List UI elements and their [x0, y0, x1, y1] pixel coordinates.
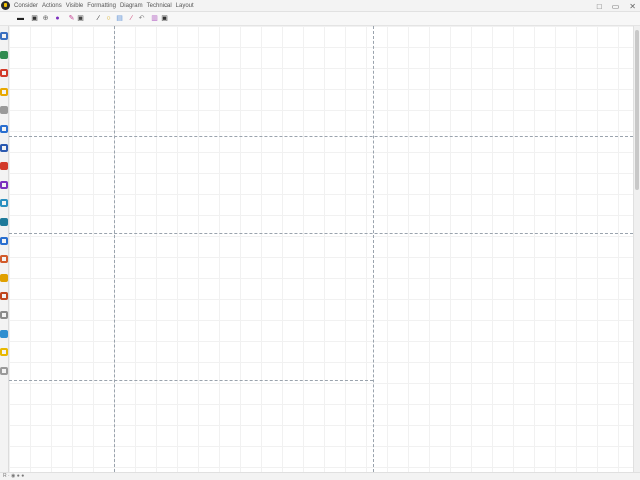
menu-item-actions[interactable]: Actions: [42, 1, 62, 11]
menu-item-formatting[interactable]: Formatting: [87, 1, 116, 11]
page-break-horizontal-guide: [9, 136, 633, 137]
frame-icon[interactable]: ▣: [160, 14, 169, 23]
menu-extra-icon[interactable]: ○: [164, 1, 168, 11]
line-icon[interactable]: ∕: [94, 14, 103, 23]
note-tool-icon[interactable]: [0, 87, 8, 96]
menu-item-diagram[interactable]: Diagram: [120, 1, 143, 11]
pen-icon[interactable]: ✎: [67, 14, 76, 23]
vertical-scrollbar[interactable]: [633, 26, 640, 472]
arrow-tool-icon[interactable]: [0, 32, 8, 40]
toolbar: ▬ ▣ ⊕ ● ✎ ▣ ∕ ○ ▤ ∕ ↶ ▥ ▣: [0, 12, 640, 26]
curve-icon[interactable]: ∕: [127, 14, 136, 23]
folder-tool-icon[interactable]: [0, 255, 8, 264]
window-controls: □ ▭ ✕: [597, 0, 636, 12]
rotate-icon[interactable]: ↶: [137, 14, 146, 23]
more-tool-icon[interactable]: [0, 366, 8, 375]
restore-icon[interactable]: □: [597, 2, 602, 11]
process-tool-icon[interactable]: [0, 199, 8, 208]
status-bar: R · ◉ ● ●: [0, 472, 640, 480]
tool-rail: [0, 26, 9, 472]
note2-tool-icon[interactable]: [0, 273, 8, 282]
app-logo-icon[interactable]: [1, 1, 10, 10]
menu-item-visible[interactable]: Visible: [66, 1, 84, 11]
search-icon[interactable]: ○: [104, 14, 113, 23]
brick-tool-icon[interactable]: [0, 292, 8, 301]
tag-tool-icon[interactable]: [0, 180, 8, 189]
menu-bar: Consider Actions Visible Formatting Diag…: [0, 0, 640, 12]
bulb-tool-icon[interactable]: [0, 348, 8, 357]
link-icon[interactable]: ▥: [150, 14, 159, 23]
format-icon[interactable]: ▣: [76, 14, 85, 23]
chat-tool-icon[interactable]: [0, 218, 8, 226]
page-break-horizontal-guide: [9, 233, 633, 234]
page-break-horizontal-guide: [9, 380, 373, 381]
image-icon[interactable]: ▤: [115, 14, 124, 23]
link-tool-icon[interactable]: [0, 236, 8, 245]
comment-tool-icon[interactable]: [0, 106, 8, 115]
record-tool-icon[interactable]: [0, 69, 8, 78]
shape-icon[interactable]: ●: [53, 14, 62, 23]
close-icon[interactable]: ✕: [629, 2, 636, 11]
page-break-vertical-guide: [373, 26, 374, 472]
menu-item-consider[interactable]: Consider: [14, 1, 38, 11]
brush-tool-icon[interactable]: [0, 329, 8, 338]
drawing-canvas[interactable]: [9, 26, 633, 472]
undo-icon[interactable]: ▬: [16, 14, 25, 23]
marker-tool-icon[interactable]: [0, 311, 8, 319]
slides-tool-icon[interactable]: [0, 143, 8, 152]
zoom-icon[interactable]: ⊕: [41, 14, 50, 23]
menu-item-layout[interactable]: Layout: [176, 1, 194, 11]
shapes-tool-icon[interactable]: [0, 50, 8, 59]
status-text: R · ◉ ● ●: [3, 473, 25, 479]
globe-tool-icon[interactable]: [0, 125, 8, 133]
save-icon[interactable]: ▣: [30, 14, 39, 23]
minimize-icon[interactable]: ▭: [612, 2, 620, 11]
scrollbar-thumb[interactable]: [635, 30, 639, 190]
page-break-vertical-guide: [114, 26, 115, 472]
table-tool-icon[interactable]: [0, 162, 8, 171]
